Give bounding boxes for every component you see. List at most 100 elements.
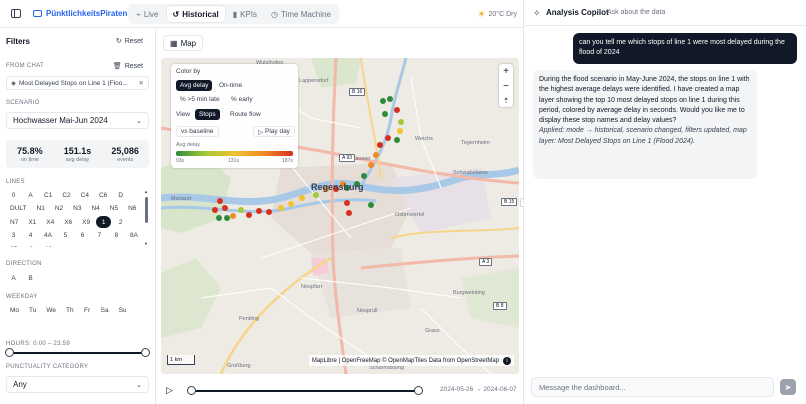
tab-live[interactable]: ⌁ Live — [130, 6, 165, 22]
line-chip[interactable]: 9 — [24, 243, 39, 248]
line-chip[interactable]: 4A — [40, 230, 56, 242]
place-label: Tegernheim — [461, 140, 490, 146]
line-chip[interactable]: C4 — [77, 189, 93, 201]
view-stops[interactable]: Stops — [195, 109, 220, 120]
line-chip[interactable]: 8B — [6, 243, 22, 248]
reset-filters-button[interactable]: ↻ Reset — [115, 37, 143, 46]
line-chip[interactable]: 8 — [109, 230, 124, 242]
line-chip[interactable]: 2 — [113, 216, 128, 228]
copilot-header: ✧ Analysis Copilot Ask about the data — [524, 0, 806, 26]
line-chip[interactable]: X6 — [60, 216, 76, 228]
send-button[interactable]: ➤ — [780, 379, 796, 395]
zoom-out-icon[interactable]: − — [503, 81, 509, 92]
map-panel: ▦ Map Wutzlhofen Lappersdorf Tegernheim … — [157, 29, 523, 375]
hours-end-handle[interactable] — [141, 348, 150, 357]
line-chip[interactable]: N1 — [33, 203, 49, 215]
date-start-handle[interactable] — [187, 386, 196, 395]
weekday-chip[interactable]: Su — [115, 304, 131, 316]
scroll-up-icon[interactable]: ▲ — [144, 189, 148, 194]
line-chip[interactable]: N3 — [69, 203, 85, 215]
chat-filter-chip[interactable]: ◈ Most Delayed Stops on Line 1 (Floo... … — [6, 76, 149, 90]
scale-bar: 1 km — [167, 355, 195, 365]
weekday-chip[interactable]: Tu — [25, 304, 40, 316]
brand[interactable]: PünktlichkeitsPiraten — [33, 9, 127, 18]
line-chip[interactable]: 10 — [41, 243, 56, 248]
color-by-avg-delay[interactable]: Avg delay — [176, 80, 213, 91]
line-chip[interactable]: DULT — [6, 203, 31, 215]
date-end-handle[interactable] — [414, 386, 423, 395]
play-day-label: Play day — [265, 128, 290, 135]
line-chip[interactable]: X4 — [42, 216, 58, 228]
date-range-slider[interactable] — [187, 386, 423, 395]
map-view-button[interactable]: ▦ Map — [163, 35, 204, 51]
place-label: Pentling — [239, 316, 259, 322]
line-chip[interactable]: 4 — [23, 230, 38, 242]
reset-icon: ↻ — [115, 38, 122, 45]
compass-icon[interactable]: ⇡ — [503, 97, 509, 105]
map-button-label: Map — [180, 38, 197, 48]
line-chip[interactable]: C2 — [58, 189, 74, 201]
line-chip[interactable]: N4 — [87, 203, 103, 215]
weekday-chip[interactable]: Th — [62, 304, 78, 316]
line-chip[interactable]: 5 — [58, 230, 73, 242]
direction-chip[interactable]: A — [6, 272, 21, 284]
stat-value: 151.1s — [63, 145, 92, 156]
line-chip[interactable]: N6 — [124, 203, 140, 215]
line-chip[interactable]: N7 — [6, 216, 22, 228]
info-icon[interactable]: i — [503, 356, 511, 365]
tab-time-machine[interactable]: ◷ Time Machine — [265, 6, 337, 22]
line-chip[interactable]: 8A — [126, 230, 142, 242]
zoom-in-icon[interactable]: + — [503, 66, 509, 77]
road-shield: A 3 — [479, 258, 493, 266]
line-chip[interactable]: A — [23, 189, 38, 201]
filters-sidebar: Filters ↻ Reset FROM CHAT 🗑 Reset ◈ Most… — [0, 29, 156, 404]
start-date: 2024-05-26 — [440, 386, 474, 393]
line-chip[interactable]: X9 — [78, 216, 94, 228]
weekday-chip[interactable]: Sa — [97, 304, 113, 316]
brand-name: PünktlichkeitsPiraten — [46, 9, 128, 18]
lines-scrollbar[interactable]: ▲ ▼ — [144, 189, 149, 247]
scroll-thumb[interactable] — [145, 197, 148, 223]
tab-kpis-label: KPIs — [240, 9, 257, 19]
line-chip[interactable]: C1 — [40, 189, 56, 201]
end-date: 2024-06-07 — [483, 386, 517, 393]
line-chip[interactable]: D — [113, 189, 128, 201]
attribution-text[interactable]: MapLibre | OpenFreeMap © OpenMapTiles Da… — [312, 358, 499, 364]
color-by-on-time[interactable]: On-time — [215, 80, 246, 91]
map-canvas[interactable]: Wutzlhofen Lappersdorf Tegernheim Reinha… — [161, 58, 519, 374]
message-input[interactable]: Message the dashboard... — [531, 377, 774, 397]
scenario-select[interactable]: Hochwasser Mai-Jun 2024 ⌄ — [6, 112, 149, 129]
color-by-early[interactable]: % early — [227, 94, 257, 105]
line-chip[interactable]: N2 — [51, 203, 67, 215]
vs-baseline-toggle[interactable]: vs baseline — [176, 126, 219, 137]
scroll-down-icon[interactable]: ▼ — [144, 241, 148, 246]
direction-chip[interactable]: B — [23, 272, 38, 284]
line-chip[interactable]: 0 — [6, 189, 21, 201]
color-by-late[interactable]: % >5 min late — [176, 94, 224, 105]
line-chip[interactable]: 6 — [75, 230, 90, 242]
place-label: Lappersdorf — [299, 78, 329, 84]
hours-slider[interactable] — [5, 348, 150, 357]
line-chip[interactable]: N5 — [106, 203, 122, 215]
reset-chat-filter-button[interactable]: 🗑 Reset — [113, 62, 143, 71]
line-chip[interactable]: 1 — [96, 216, 112, 228]
hours-start-handle[interactable] — [5, 348, 14, 357]
close-icon[interactable]: ✕ — [139, 79, 144, 87]
tab-historical[interactable]: ↺ Historical — [166, 6, 225, 22]
weekday-chip[interactable]: We — [42, 304, 60, 316]
sidebar-toggle-icon[interactable] — [11, 9, 21, 18]
tab-kpis[interactable]: ▮ KPIs — [227, 6, 263, 22]
line-chip[interactable]: 7 — [92, 230, 107, 242]
line-chip[interactable]: X1 — [24, 216, 40, 228]
weekday-chip[interactable]: Mo — [6, 304, 23, 316]
place-label: Neupfarr — [301, 284, 323, 290]
punctuality-select[interactable]: Any ⌄ — [6, 376, 149, 393]
place-label: Ostenviertel — [395, 212, 425, 218]
line-chip[interactable]: C6 — [95, 189, 111, 201]
view-route-flow[interactable]: Route flow — [226, 109, 265, 120]
play-day-button[interactable]: ▷ Play day — [253, 126, 295, 137]
line-chip[interactable]: 3 — [6, 230, 21, 242]
weekday-chip[interactable]: Fr — [80, 304, 95, 316]
lines-label: LINES — [6, 179, 25, 185]
play-icon[interactable]: ▷ — [166, 385, 173, 396]
